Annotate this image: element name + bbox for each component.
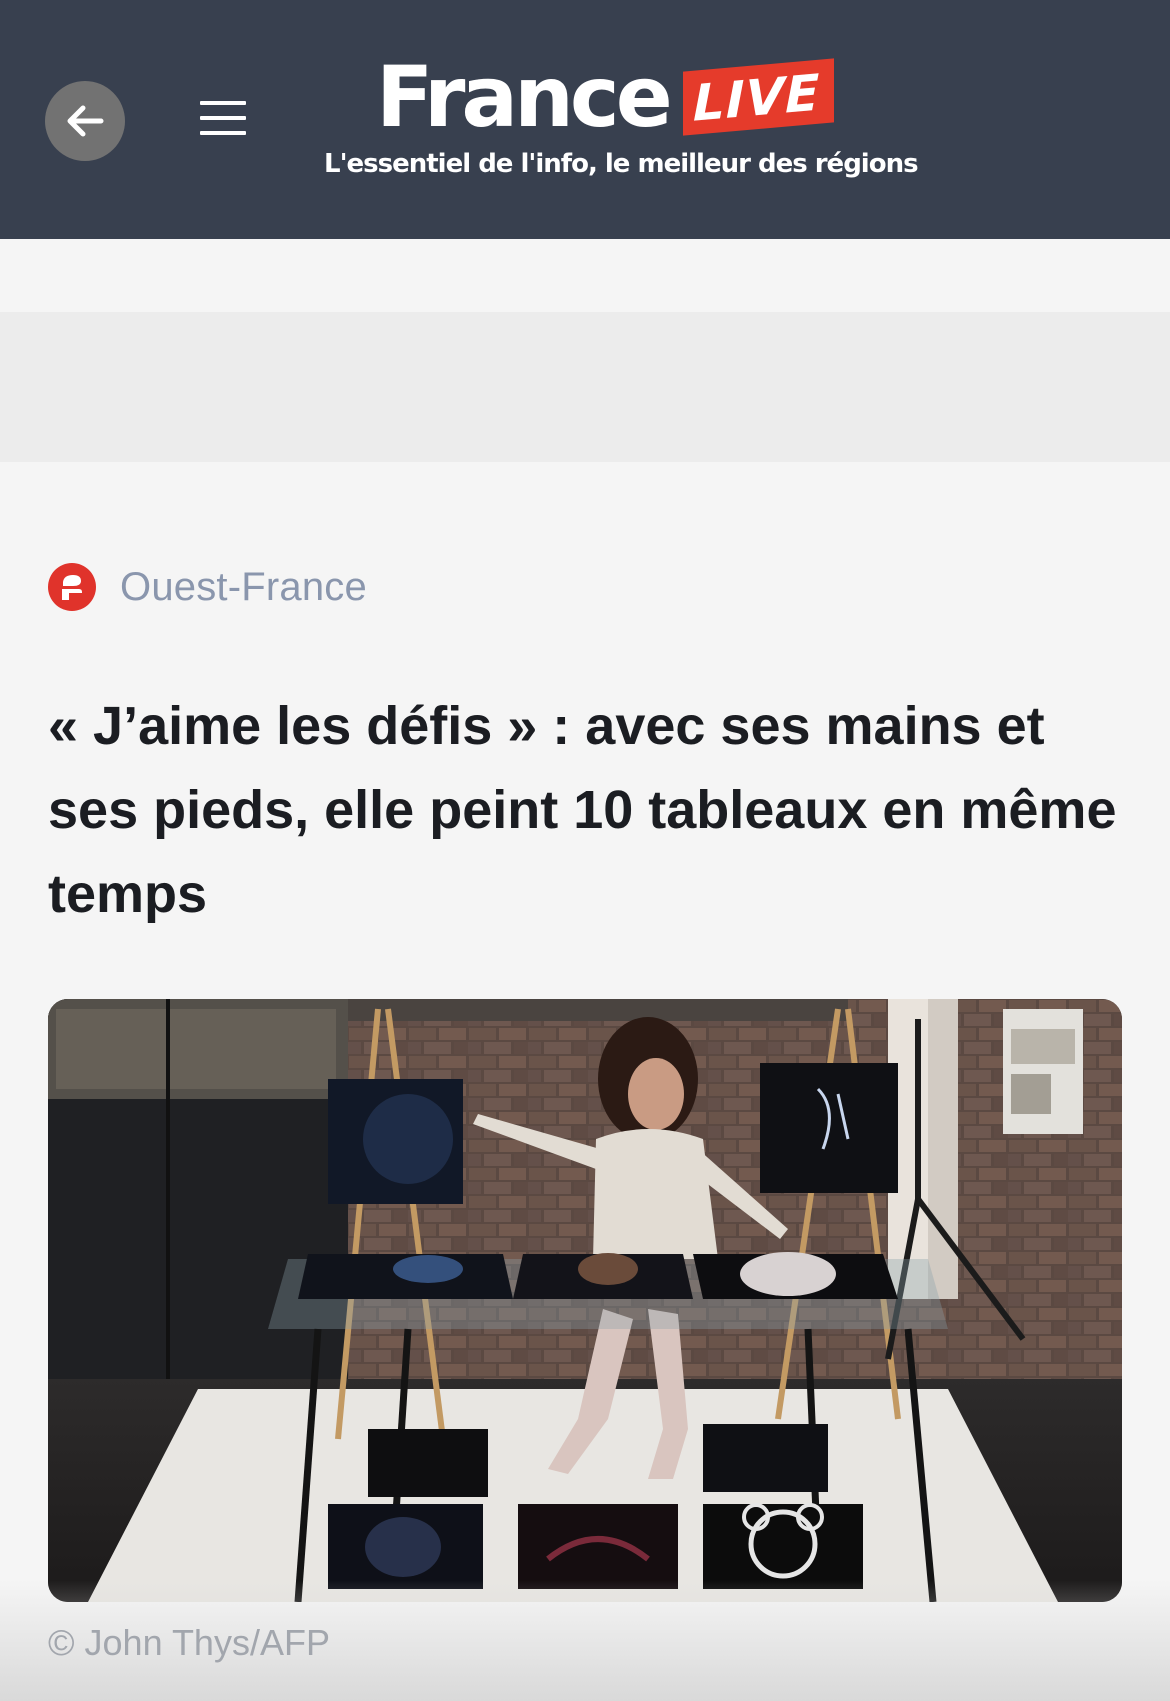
menu-line <box>200 131 246 135</box>
menu-line <box>200 101 246 105</box>
logo-wordmark: France LIVE <box>376 48 835 146</box>
photo-credit: © John Thys/AFP <box>48 1622 330 1663</box>
article-source[interactable]: Ouest-France <box>48 563 367 611</box>
painting-scene-illustration <box>48 999 1122 1602</box>
logo-brand-text: France <box>376 48 673 146</box>
article-photo[interactable] <box>48 999 1122 1602</box>
ad-placeholder <box>0 312 1170 462</box>
logo-tagline: L'essentiel de l'info, le meilleur des r… <box>324 149 919 179</box>
france-live-logo[interactable]: France LIVE L'essentiel de l'info, le me… <box>320 48 919 195</box>
ouest-france-logo-icon <box>48 563 96 611</box>
logo-live-badge: LIVE <box>682 58 835 136</box>
article-headline: « J’aime les défis » : avec ses mains et… <box>48 696 1117 924</box>
menu-line <box>200 116 246 120</box>
arrow-left-icon <box>67 105 104 137</box>
top-bar: France LIVE L'essentiel de l'info, le me… <box>0 0 1170 239</box>
back-button[interactable] <box>45 81 125 161</box>
hamburger-menu-button[interactable] <box>196 96 250 140</box>
source-name: Ouest-France <box>120 564 367 609</box>
